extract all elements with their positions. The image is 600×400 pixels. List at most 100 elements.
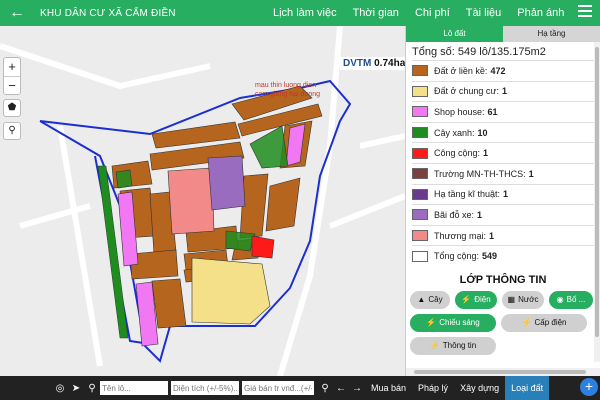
layer-thong-tin-button[interactable]: ⚡ Thông tin — [410, 336, 496, 355]
nav-lich-lam-viec[interactable]: Lịch làm việc — [265, 7, 345, 19]
link-mua-ban[interactable]: Mua bán — [365, 383, 412, 393]
legend-swatch — [412, 250, 428, 262]
link-loai-dat[interactable]: Loại đất — [505, 376, 550, 400]
legend-count: 10 — [477, 127, 488, 138]
layer-cay-button[interactable]: ▲ Cây — [410, 290, 450, 309]
legend-label: Tổng cộng: — [434, 251, 480, 262]
legend-item: Công cộng: 1 — [412, 142, 596, 163]
price-input[interactable] — [242, 381, 314, 395]
legend-swatch — [412, 188, 428, 200]
legend-label: Đất ở chung cư: — [434, 86, 499, 97]
legend-item: Thương mại: 1 — [412, 224, 596, 246]
map-annotation-line1: mau thin luong dien — [255, 82, 317, 89]
legend-panel: Lô đất Hạ tầng Tổng số: 549 lô/135.175m2… — [405, 26, 600, 376]
navigate-icon[interactable]: ➤ — [68, 383, 84, 394]
tree-icon: ▲ — [417, 295, 426, 305]
zoom-out-button[interactable]: − — [4, 76, 20, 94]
nav-tai-lieu[interactable]: Tài liệu — [458, 7, 509, 19]
app-title: KHU DÂN CƯ XÃ CẨM ĐIỀN — [40, 7, 176, 19]
legend-count: 1 — [528, 168, 534, 179]
layer-nuoc-button[interactable]: ▦ Nước — [502, 290, 544, 309]
top-nav: Lịch làm việc Thời gian Chi phí Tài liệu… — [265, 7, 572, 19]
map-annotation: mau thin luong dien cam giang hai duong — [255, 81, 320, 99]
legend-swatch — [412, 209, 428, 221]
arrow-left-icon[interactable]: ← — [333, 383, 349, 394]
legend-label: Đất ở liền kề: — [434, 65, 488, 76]
link-phap-ly[interactable]: Pháp lý — [412, 383, 454, 393]
bolt-icon: ⚡ — [461, 295, 472, 305]
legend-item: Shop house: 61 — [412, 101, 596, 122]
water-icon: ▦ — [507, 295, 516, 305]
search-icon-2[interactable]: ⚲ — [317, 383, 333, 394]
map-canvas[interactable]: + − ⬟ ⚲ DVTM 0.74ha mau thin luong dien … — [0, 26, 405, 376]
search-icon[interactable]: ⚲ — [84, 383, 100, 394]
layer-chieu-sang-button[interactable]: ⚡ Chiếu sáng — [410, 313, 496, 332]
legend-label: Hạ tầng kĩ thuật: — [434, 189, 501, 200]
panel-tabs: Lô đất Hạ tầng — [406, 26, 600, 42]
bolt-icon: ⚡ — [426, 318, 437, 328]
legend-label: Công cộng: — [434, 148, 481, 159]
legend-item: Tổng cộng: 549 — [412, 245, 596, 266]
target-icon[interactable]: ◎ — [52, 383, 68, 394]
layer-dien-button[interactable]: ⚡ Điện — [455, 290, 497, 309]
nav-phan-anh[interactable]: Phản ánh — [509, 7, 572, 19]
legend-swatch — [412, 65, 428, 77]
legend-item: Cây xanh: 10 — [412, 121, 596, 143]
dvtm-label: DVTM — [343, 58, 372, 69]
panel-scrollbar[interactable] — [594, 42, 600, 362]
bolt-icon: ⚡ — [429, 341, 440, 351]
legend-swatch — [412, 106, 428, 118]
bolt-icon: ⚡ — [521, 318, 532, 328]
layer-title: LỚP THÔNG TIN — [459, 273, 547, 286]
legend-count: 472 — [490, 65, 506, 76]
tab-ha-tang[interactable]: Hạ tầng — [503, 26, 600, 42]
nav-chi-phi[interactable]: Chi phí — [407, 7, 458, 19]
map-annotation-line2: cam giang hai duong — [255, 91, 320, 98]
polygon-tool-icon[interactable]: ⬟ — [3, 99, 21, 117]
legend-label: Cây xanh: — [434, 127, 475, 138]
lot-name-input[interactable] — [100, 381, 168, 395]
legend-count: 61 — [487, 106, 498, 117]
add-fab-button[interactable]: + — [580, 378, 598, 396]
zoom-control: + − — [3, 57, 21, 95]
legend-label: Thương mại: — [434, 230, 486, 241]
legend-count: 549 — [482, 251, 498, 262]
legend-item: Trường MN-TH-THCS: 1 — [412, 162, 596, 184]
legend-label: Bãi đỗ xe: — [434, 209, 475, 220]
legend-list: Đất ở liền kề: 472 Đất ở chung cư: 1 Shop ho… — [406, 60, 600, 266]
legend-swatch — [412, 230, 428, 242]
layer-bo-button[interactable]: ◉ Bố ... — [549, 290, 593, 309]
dvtm-area-label: DVTM 0.74ha — [340, 57, 405, 70]
legend-swatch — [412, 127, 428, 139]
tab-lo-dat[interactable]: Lô đất — [406, 26, 503, 42]
site-plan-map — [0, 26, 405, 376]
dvtm-value: 0.74ha — [374, 58, 405, 69]
top-header: ← KHU DÂN CƯ XÃ CẨM ĐIỀN Lịch làm việc T… — [0, 0, 600, 26]
link-xay-dung[interactable]: Xây dựng — [454, 383, 505, 393]
area-input[interactable] — [171, 381, 239, 395]
legend-item: Đất ở chung cư: 1 — [412, 80, 596, 102]
legend-label: Trường MN-TH-THCS: — [434, 168, 526, 179]
bottom-toolbar: ◎ ➤ ⚲ ⚲ ← → Mua bán Pháp lý Xây dựng Loạ… — [0, 376, 600, 400]
zoom-in-button[interactable]: + — [4, 58, 20, 76]
arrow-right-icon[interactable]: → — [349, 383, 365, 394]
legend-item: Đất ở liền kề: 472 — [412, 60, 596, 81]
legend-count: 1 — [477, 209, 483, 220]
hamburger-icon[interactable] — [578, 5, 592, 19]
legend-item: Bãi đỗ xe: 1 — [412, 204, 596, 225]
layer-cap-dien-button[interactable]: ⚡ Cấp điện — [501, 313, 587, 332]
legend-swatch — [412, 147, 428, 159]
legend-swatch — [412, 168, 428, 180]
legend-item: Hạ tầng kĩ thuật: 1 — [412, 183, 596, 205]
total-summary: Tổng số: 549 lô/135.175m2 — [412, 46, 546, 58]
location-pin-icon[interactable]: ⚲ — [3, 122, 21, 140]
legend-swatch — [412, 85, 428, 97]
legend-count: 1 — [501, 86, 507, 97]
back-arrow-icon[interactable]: ← — [4, 4, 30, 22]
legend-count: 1 — [483, 148, 489, 159]
legend-count: 1 — [488, 230, 494, 241]
eye-icon: ◉ — [556, 295, 564, 305]
panel-hscrollbar[interactable] — [406, 368, 600, 376]
nav-thoi-gian[interactable]: Thời gian — [345, 7, 407, 19]
legend-count: 1 — [503, 189, 509, 200]
